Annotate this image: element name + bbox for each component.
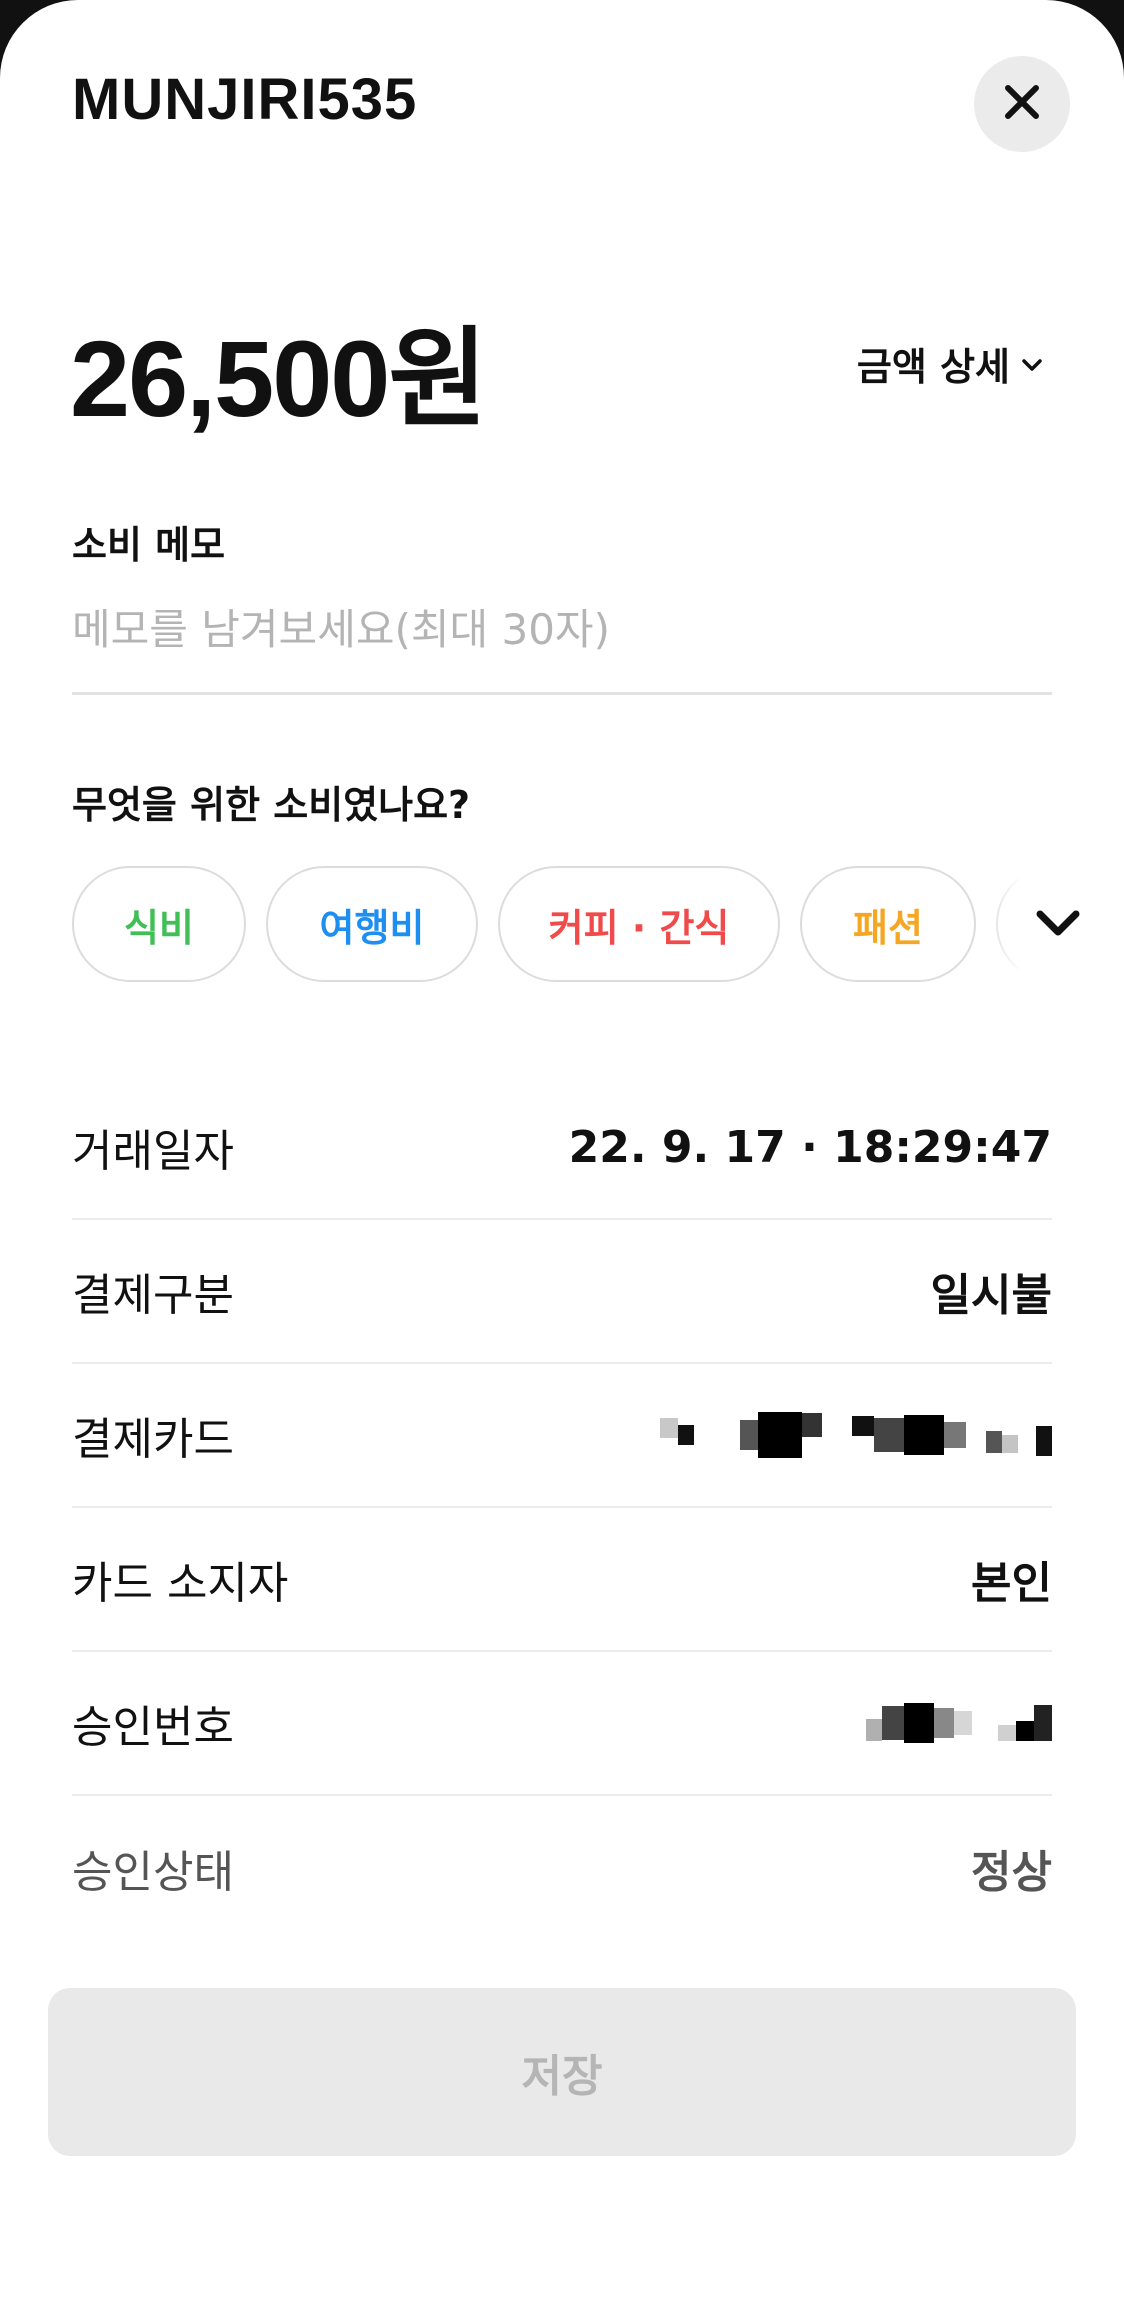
- redacted-approval-number: [866, 1697, 1052, 1749]
- row-label: 카드 소지자: [72, 1558, 289, 1609]
- transaction-detail-list: 거래일자 22. 9. 17 · 18:29:47 결제구분 일시불 결제카드: [72, 1076, 1052, 1940]
- detail-row-card: 결제카드: [72, 1364, 1052, 1508]
- memo-label: 소비 메모: [72, 523, 226, 567]
- detail-row-card-holder: 카드 소지자 본인: [72, 1508, 1052, 1652]
- chip-label: 식비: [124, 905, 194, 950]
- row-label: 승인상태: [72, 1847, 234, 1898]
- row-value: 일시불: [930, 1270, 1052, 1321]
- row-label: 결제구분: [72, 1270, 234, 1321]
- chevron-down-icon: [1020, 342, 1044, 386]
- memo-underline: [72, 692, 1052, 695]
- amount-detail-toggle[interactable]: 금액 상세: [857, 336, 1044, 391]
- detail-row-approval-status: 승인상태 정상: [72, 1796, 1052, 1940]
- close-button[interactable]: [974, 56, 1070, 152]
- chip-label: 패션: [853, 905, 923, 950]
- detail-row-date: 거래일자 22. 9. 17 · 18:29:47: [72, 1076, 1052, 1220]
- chip-label: 커피 · 간식: [548, 905, 730, 950]
- row-label: 거래일자: [72, 1126, 234, 1177]
- category-chip-food[interactable]: 식비: [72, 866, 246, 982]
- row-value: 정상: [971, 1847, 1052, 1898]
- redacted-card-number: [660, 1409, 1052, 1461]
- category-chip-list: 식비 여행비 커피 · 간식 패션: [72, 866, 1052, 986]
- chip-label: 여행비: [319, 905, 425, 950]
- category-chip-travel[interactable]: 여행비: [266, 866, 478, 982]
- detail-row-payment-type: 결제구분 일시불: [72, 1220, 1052, 1364]
- amount-detail-label: 금액 상세: [856, 345, 1010, 389]
- close-icon: [1002, 82, 1042, 126]
- category-question: 무엇을 위한 소비였나요?: [72, 783, 471, 827]
- save-button[interactable]: 저장: [48, 1988, 1076, 2156]
- row-value: 22. 9. 17 · 18:29:47: [568, 1121, 1052, 1173]
- category-chip-fashion[interactable]: 패션: [800, 866, 976, 982]
- row-label: 결제카드: [72, 1414, 234, 1465]
- detail-row-approval-number: 승인번호: [72, 1652, 1052, 1796]
- category-chip-coffee-snack[interactable]: 커피 · 간식: [498, 866, 780, 982]
- memo-input[interactable]: [72, 596, 1052, 662]
- category-expand-button[interactable]: [986, 866, 1106, 982]
- row-value: 본인: [971, 1558, 1052, 1609]
- chevron-down-icon: [1034, 906, 1082, 942]
- transaction-detail-sheet: MUNJIRI535 26,500원 금액 상세 소비 메모 무엇을 위한 소비…: [0, 0, 1124, 2306]
- transaction-amount: 26,500원: [70, 318, 488, 439]
- row-label: 승인번호: [72, 1702, 234, 1753]
- merchant-name: MUNJIRI535: [72, 67, 418, 132]
